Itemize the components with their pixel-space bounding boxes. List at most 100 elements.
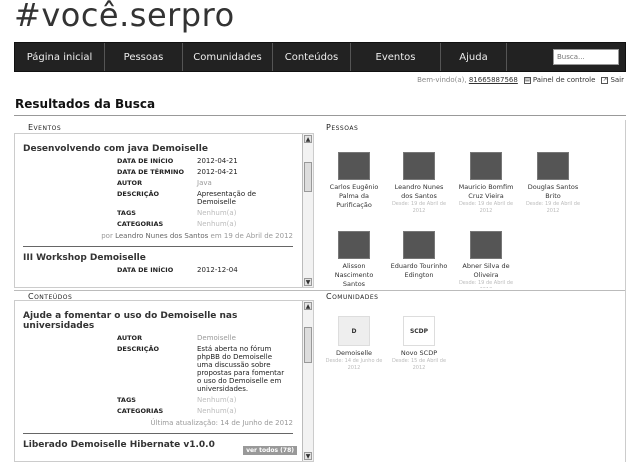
byline-date: em 19 de Abril de 2012 [210, 232, 293, 240]
person-card[interactable]: Alisson Nascimento Santos [324, 231, 384, 288]
contents-panel: Ajude a fomentar o uso do Demoiselle nas… [14, 300, 314, 462]
events-heading: Eventos [28, 123, 62, 132]
title-divider [14, 115, 626, 116]
person-since: Desde: 19 de Abril de 2012 [525, 201, 581, 214]
event-field: DATA DE INÍCIO 2012-04-21 [23, 157, 293, 165]
nav-events[interactable]: Eventos [351, 43, 441, 71]
search-input[interactable] [553, 49, 619, 65]
event-title[interactable]: III Workshop Demoiselle [23, 253, 293, 263]
person-name[interactable]: Abner Silva de Oliveira [456, 262, 516, 280]
person-card[interactable]: Abner Silva de Oliveira Desde: 19 de Abr… [456, 231, 516, 288]
control-panel-label: Painel de controle [532, 76, 596, 84]
main-nav: Página inicial Pessoas Comunidades Conte… [14, 42, 626, 72]
field-label: DESCRIÇÃO [117, 345, 160, 353]
logout-label: Sair [610, 76, 624, 84]
scroll-thumb[interactable] [304, 162, 312, 192]
item-divider [23, 433, 293, 434]
avatar [403, 231, 435, 259]
item-divider [23, 246, 293, 247]
content-title[interactable]: Ajude a fomentar o uso do Demoiselle nas… [23, 311, 293, 331]
person-card[interactable]: Eduardo Tourinho Edington [389, 231, 449, 280]
nav-contents[interactable]: Conteúdos [273, 43, 351, 71]
community-card[interactable]: SCDP Novo SCDP Desde: 15 de Abril de 201… [389, 316, 449, 372]
site-logo[interactable]: #você.serpro [14, 0, 235, 34]
community-logo-text: SCDP [409, 327, 429, 335]
person-since: Desde: 19 de Abril de 2012 [391, 201, 447, 214]
field-value: Nenhum(a) [197, 220, 237, 228]
section-divider [14, 290, 626, 291]
scroll-down-icon[interactable]: ▼ [304, 452, 312, 460]
avatar [470, 152, 502, 180]
nav-help[interactable]: Ajuda [441, 43, 507, 71]
community-name[interactable]: Novo SCDP [389, 349, 449, 358]
user-bar: Bem-vindo(a), 81665887568 ▤ Painel de con… [417, 76, 624, 84]
nav-communities[interactable]: Comunidades [183, 43, 273, 71]
avatar [338, 152, 370, 180]
person-name[interactable]: Alisson Nascimento Santos [324, 262, 384, 288]
person-name[interactable]: Mauricio Bomfim Cruz Vieira [456, 183, 516, 201]
field-value: Nenhum(a) [197, 209, 237, 217]
scroll-up-icon[interactable]: ▲ [304, 302, 312, 310]
content-field: CATEGORIAS Nenhum(a) [23, 407, 293, 415]
scroll-down-icon[interactable]: ▼ [304, 278, 312, 286]
event-field: TAGS Nenhum(a) [23, 209, 293, 217]
nav-home[interactable]: Página inicial [15, 43, 105, 71]
field-value: 2012-04-21 [197, 157, 238, 165]
nav-people[interactable]: Pessoas [105, 43, 183, 71]
event-field: DESCRIÇÃO Apresentação de Demoiselle [23, 190, 293, 206]
person-card[interactable]: Carlos Eugênio Palma da Purificação [324, 152, 384, 210]
person-name[interactable]: Eduardo Tourinho Edington [389, 262, 449, 280]
field-value: Nenhum(a) [197, 407, 237, 415]
panel-icon: ▤ [523, 76, 531, 84]
person-name[interactable]: Carlos Eugênio Palma da Purificação [324, 183, 384, 210]
person-card[interactable]: Mauricio Bomfim Cruz Vieira Desde: 19 de… [456, 152, 516, 215]
contents-list: Ajude a fomentar o uso do Demoiselle nas… [15, 301, 301, 450]
people-panel: Carlos Eugênio Palma da Purificação Lean… [322, 133, 612, 288]
field-value: 2012-12-04 [197, 266, 238, 274]
community-card[interactable]: D Demoiselle Desde: 14 de Junho de 2012 [324, 316, 384, 372]
field-label: DATA DE TÉRMINO [117, 168, 184, 176]
person-card[interactable]: Douglas Santos Brito Desde: 19 de Abril … [523, 152, 583, 215]
field-label: TAGS [117, 209, 136, 217]
page-title: Resultados da Busca [15, 97, 156, 111]
events-list: Desenvolvendo com java Demoiselle DATA D… [15, 134, 301, 274]
people-heading: Pessoas [326, 123, 359, 132]
community-since: Desde: 15 de Abril de 2012 [391, 358, 447, 371]
field-label: DATA DE INÍCIO [117, 157, 174, 165]
person-since: Desde: 19 de Abril de 2012 [458, 201, 514, 214]
contents-scrollbar[interactable]: ▲ ▼ [302, 301, 313, 461]
field-label: AUTOR [117, 334, 143, 342]
person-name[interactable]: Leandro Nunes dos Santos [389, 183, 449, 201]
field-label: CATEGORIAS [117, 220, 164, 228]
event-title[interactable]: Desenvolvendo com java Demoiselle [23, 144, 293, 154]
person-card[interactable]: Leandro Nunes dos Santos Desde: 19 de Ab… [389, 152, 449, 215]
field-value: Está aberta no fórum phpBB do Demoiselle… [197, 345, 285, 393]
field-label: AUTOR [117, 179, 143, 187]
person-name[interactable]: Douglas Santos Brito [523, 183, 583, 201]
events-scrollbar[interactable]: ▲ ▼ [302, 134, 313, 287]
community-name[interactable]: Demoiselle [324, 349, 384, 358]
user-id-link[interactable]: 81665887568 [469, 76, 518, 84]
field-value: Nenhum(a) [197, 396, 237, 404]
content-updated: Última atualização: 14 de Junho de 2012 [150, 419, 294, 427]
scroll-thumb[interactable] [304, 327, 312, 363]
event-field: CATEGORIAS Nenhum(a) [23, 220, 293, 228]
field-label: TAGS [117, 396, 136, 404]
field-label: DATA DE INÍCIO [117, 266, 174, 274]
field-value: Java [197, 179, 212, 187]
scroll-up-icon[interactable]: ▲ [304, 135, 312, 143]
content-field: AUTOR Demoiselle [23, 334, 293, 342]
events-panel: Desenvolvendo com java Demoiselle DATA D… [14, 133, 314, 288]
community-since: Desde: 14 de Junho de 2012 [325, 358, 383, 371]
logout-link[interactable]: ↗ Sair [601, 76, 624, 84]
field-value: Demoiselle [197, 334, 236, 342]
community-logo: SCDP [403, 316, 435, 346]
byline-author[interactable]: Leandro Nunes dos Santos [115, 232, 208, 240]
event-field: AUTOR Java [23, 179, 293, 187]
control-panel-link[interactable]: ▤ Painel de controle [523, 76, 596, 84]
event-field: DATA DE INÍCIO 2012-12-04 [23, 266, 293, 274]
avatar [470, 231, 502, 259]
avatar [338, 231, 370, 259]
see-all-button[interactable]: ver todos (78) [243, 446, 297, 455]
field-label: DESCRIÇÃO [117, 190, 160, 198]
